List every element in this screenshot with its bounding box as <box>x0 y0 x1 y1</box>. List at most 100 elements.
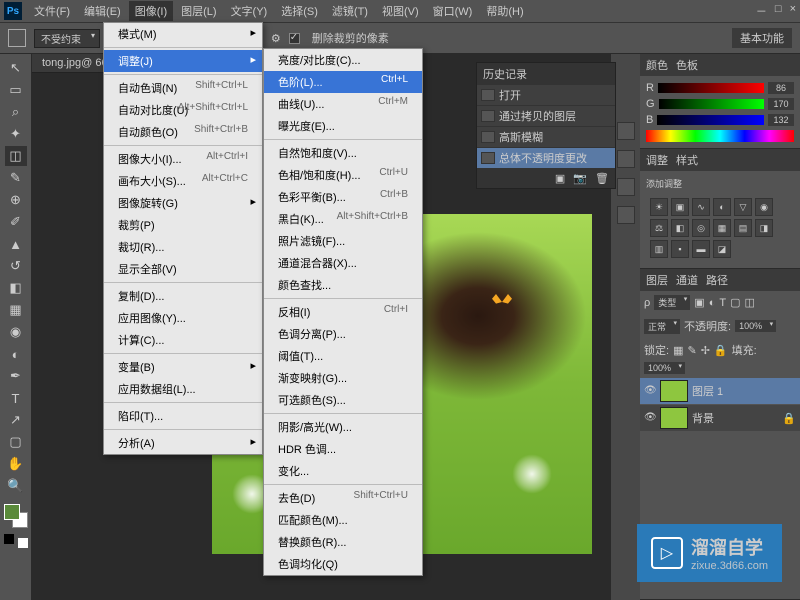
color-swatch[interactable] <box>4 504 28 528</box>
menu-entry[interactable]: 显示全部(V) <box>104 258 262 280</box>
menu-entry[interactable]: 复制(D)... <box>104 285 262 307</box>
menu-item[interactable]: 窗口(W) <box>427 1 479 21</box>
lasso-tool[interactable]: ⌕ <box>5 102 27 122</box>
blur-tool[interactable]: ◉ <box>5 322 27 342</box>
posterize-icon[interactable]: ▥ <box>650 240 668 258</box>
menu-entry[interactable]: 色阶(L)...Ctrl+L <box>264 71 422 93</box>
layer-name[interactable]: 图层 1 <box>692 383 723 399</box>
menu-entry[interactable]: 阴影/高光(W)... <box>264 416 422 438</box>
filter-pixel-icon[interactable]: ▣ <box>694 296 704 309</box>
menu-entry[interactable]: 陷印(T)... <box>104 405 262 427</box>
tab-layers[interactable]: 图层 <box>646 272 668 288</box>
lock-paint-icon[interactable]: ✎ <box>687 344 696 357</box>
hand-tool[interactable]: ✋ <box>5 454 27 474</box>
menu-entry[interactable]: 黑白(K)...Alt+Shift+Ctrl+B <box>264 208 422 230</box>
close-icon[interactable]: × <box>790 3 796 19</box>
menu-entry[interactable]: 图像大小(I)...Alt+Ctrl+I <box>104 148 262 170</box>
filter-icon[interactable]: ◎ <box>692 219 710 237</box>
menu-entry[interactable]: 应用图像(Y)... <box>104 307 262 329</box>
menu-entry[interactable]: 色调均化(Q) <box>264 553 422 575</box>
g-value[interactable]: 170 <box>768 98 794 110</box>
layer-row[interactable]: 👁 图层 1 <box>640 378 800 404</box>
tab-swatches[interactable]: 色板 <box>676 57 698 73</box>
menu-entry[interactable]: 自动对比度(U)Alt+Shift+Ctrl+L <box>104 99 262 121</box>
filter-smart-icon[interactable]: ◫ <box>744 296 754 309</box>
menu-entry[interactable]: 阈值(T)... <box>264 345 422 367</box>
healing-tool[interactable]: ⊕ <box>5 190 27 210</box>
visibility-icon[interactable]: 👁 <box>644 385 656 397</box>
dodge-tool[interactable]: ◐ <box>5 344 27 364</box>
history-item[interactable]: 通过拷贝的图层 <box>477 106 615 127</box>
wand-tool[interactable]: ✦ <box>5 124 27 144</box>
brush-tool[interactable]: ✐ <box>5 212 27 232</box>
menu-entry[interactable]: 去色(D)Shift+Ctrl+U <box>264 487 422 509</box>
menu-entry[interactable]: 应用数据组(L)... <box>104 378 262 400</box>
visibility-icon[interactable]: 👁 <box>644 412 656 424</box>
menu-item[interactable]: 滤镜(T) <box>326 1 374 21</box>
fill-input[interactable]: 100% <box>644 362 685 374</box>
eraser-tool[interactable]: ◧ <box>5 278 27 298</box>
gradient-map-icon[interactable]: ▬ <box>692 240 710 258</box>
menu-item[interactable]: 编辑(E) <box>78 1 127 21</box>
filter-adj-icon[interactable]: ◐ <box>709 297 716 309</box>
crop-tool[interactable]: ◫ <box>5 146 27 166</box>
menu-entry[interactable]: 计算(C)... <box>104 329 262 351</box>
zoom-tool[interactable]: 🔍 <box>5 476 27 496</box>
menu-entry[interactable]: 分析(A) <box>104 432 262 454</box>
gear-icon[interactable]: ⚙ <box>271 32 281 45</box>
menu-entry[interactable]: 画布大小(S)...Alt+Ctrl+C <box>104 170 262 192</box>
exposure-icon[interactable]: ◐ <box>713 198 731 216</box>
menu-entry[interactable]: 渐变映射(G)... <box>264 367 422 389</box>
layer-name[interactable]: 背景 <box>692 410 714 426</box>
constraint-dropdown[interactable]: 不受约束 <box>34 29 100 48</box>
lock-pos-icon[interactable]: ✢ <box>701 344 710 357</box>
menu-entry[interactable]: 模式(M) <box>104 23 262 45</box>
menu-entry[interactable]: HDR 色调... <box>264 438 422 460</box>
history-item[interactable]: 总体不透明度更改 <box>477 148 615 169</box>
strip-icon-2[interactable] <box>617 150 635 168</box>
menu-entry[interactable]: 色彩平衡(B)...Ctrl+B <box>264 186 422 208</box>
menu-item[interactable]: 文字(Y) <box>225 1 274 21</box>
brightness-icon[interactable]: ☀ <box>650 198 668 216</box>
menu-entry[interactable]: 调整(J) <box>104 50 262 72</box>
eyedropper-tool[interactable]: ✎ <box>5 168 27 188</box>
history-item[interactable]: 打开 <box>477 85 615 106</box>
menu-entry[interactable]: 亮度/对比度(C)... <box>264 49 422 71</box>
maximize-icon[interactable]: □ <box>775 3 782 19</box>
r-slider[interactable] <box>658 83 764 93</box>
marquee-tool[interactable]: ▭ <box>5 80 27 100</box>
menu-entry[interactable]: 曲线(U)...Ctrl+M <box>264 93 422 115</box>
tab-styles[interactable]: 样式 <box>676 152 698 168</box>
move-tool[interactable]: ↖ <box>5 58 27 78</box>
menu-entry[interactable]: 变量(B) <box>104 356 262 378</box>
levels-icon[interactable]: ▣ <box>671 198 689 216</box>
threshold-icon[interactable]: ▪ <box>671 240 689 258</box>
menu-entry[interactable]: 可选颜色(S)... <box>264 389 422 411</box>
balance-icon[interactable]: ⚖ <box>650 219 668 237</box>
menu-entry[interactable]: 裁切(R)... <box>104 236 262 258</box>
menu-entry[interactable]: 匹配颜色(M)... <box>264 509 422 531</box>
menu-entry[interactable]: 自动颜色(O)Shift+Ctrl+B <box>104 121 262 143</box>
minimize-icon[interactable]: － <box>756 3 767 19</box>
selective-icon[interactable]: ◪ <box>713 240 731 258</box>
menu-item[interactable]: 帮助(H) <box>480 1 529 21</box>
lookup-icon[interactable]: ▤ <box>734 219 752 237</box>
mixer-icon[interactable]: ▦ <box>713 219 731 237</box>
b-slider[interactable] <box>657 115 764 125</box>
menu-entry[interactable]: 裁剪(P) <box>104 214 262 236</box>
menu-entry[interactable]: 颜色查找... <box>264 274 422 296</box>
menu-item[interactable]: 选择(S) <box>275 1 324 21</box>
tab-paths[interactable]: 路径 <box>706 272 728 288</box>
history-new-icon[interactable]: 📷 <box>573 172 587 185</box>
hue-icon[interactable]: ◉ <box>755 198 773 216</box>
menu-item[interactable]: 视图(V) <box>376 1 425 21</box>
menu-entry[interactable]: 反相(I)Ctrl+I <box>264 301 422 323</box>
bw-icon[interactable]: ◧ <box>671 219 689 237</box>
lock-all-icon[interactable]: 🔒 <box>714 344 728 357</box>
menu-item[interactable]: 图像(I) <box>129 1 173 21</box>
menu-entry[interactable]: 曝光度(E)... <box>264 115 422 137</box>
path-tool[interactable]: ↗ <box>5 410 27 430</box>
menu-entry[interactable]: 变化... <box>264 460 422 482</box>
layer-row[interactable]: 👁背景🔒 <box>640 405 800 431</box>
strip-icon-1[interactable] <box>617 122 635 140</box>
